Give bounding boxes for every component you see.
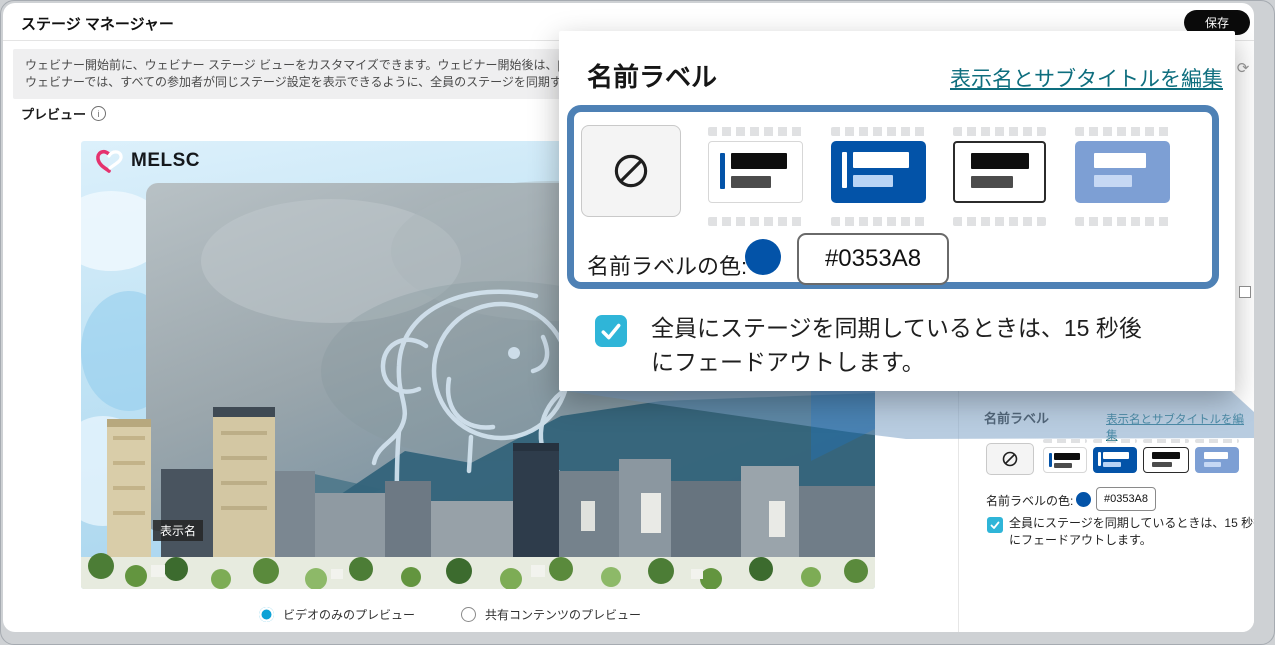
treeline — [81, 553, 875, 589]
no-label-icon — [1002, 451, 1018, 467]
radio-video-only[interactable]: ビデオのみのプレビュー — [259, 606, 415, 623]
popup-fadeout-text-line1: 全員にステージを同期しているときは、15 秒後 — [651, 309, 1142, 343]
panel-fadeout-checkbox[interactable] — [987, 517, 1003, 533]
popup-color-swatch[interactable] — [745, 239, 781, 275]
popup-fadeout-text-line2: にフェードアウトします。 — [651, 343, 925, 377]
popup-edit-display-name-link[interactable]: 表示名とサブタイトルを編集 — [950, 63, 1223, 93]
preview-mode-radios: ビデオのみのプレビュー 共有コンテンツのプレビュー — [259, 606, 641, 623]
panel-color-label: 名前ラベルの色: — [986, 492, 1073, 509]
ghost-row — [953, 217, 1046, 226]
label-style-none-option[interactable] — [986, 443, 1034, 475]
ghost-row — [1075, 217, 1170, 226]
check-icon — [600, 320, 622, 342]
popup-fadeout-checkbox[interactable] — [595, 315, 627, 347]
refresh-icon[interactable]: ⟳ — [1235, 61, 1251, 77]
name-label-zoom-popup: 名前ラベル 表示名とサブタイトルを編集 — [559, 31, 1235, 391]
ghost-row — [708, 217, 803, 226]
label-style-light-accent-option[interactable] — [1043, 447, 1087, 473]
label-style-blue-accent-option[interactable] — [1093, 447, 1137, 473]
radio-shared-content[interactable]: 共有コンテンツのプレビュー — [461, 606, 641, 623]
radio-unselected-icon[interactable] — [461, 607, 476, 622]
ghost-row — [831, 217, 926, 226]
heart-logo-icon — [95, 147, 125, 175]
info-icon[interactable]: i — [91, 106, 106, 121]
app-content: ステージ マネージャー 保存 ウェビナー開始前に、ウェビナー ステージ ビューを… — [3, 3, 1254, 632]
no-label-icon — [613, 153, 649, 189]
label-style-none-option[interactable] — [581, 125, 681, 217]
label-style-blue-accent-option[interactable] — [831, 141, 926, 203]
panel-fadeout-text-line1: 全員にステージを同期しているときは、15 秒後 — [1009, 514, 1254, 531]
panel-name-label-title: 名前ラベル — [984, 408, 1049, 427]
brand-name: MELSC — [131, 150, 200, 172]
ghost-row — [1093, 439, 1137, 443]
ghost-row — [1043, 439, 1087, 443]
ghost-row — [831, 127, 926, 136]
ghost-row — [953, 127, 1046, 136]
label-style-translucent-option[interactable] — [1195, 447, 1239, 473]
label-style-light-accent-option[interactable] — [708, 141, 803, 203]
label-style-light-plain-option[interactable] — [1143, 447, 1189, 473]
panel-fadeout-text-line2: にフェードアウトします。 — [1009, 531, 1152, 548]
ghost-row — [1075, 127, 1170, 136]
radio-selected-icon[interactable] — [259, 607, 274, 622]
ghost-row — [1143, 439, 1189, 443]
preview-heading: プレビュー i — [21, 104, 106, 123]
label-style-translucent-option[interactable] — [1075, 141, 1170, 203]
brand-logo: MELSC — [95, 147, 200, 175]
popup-color-hex-field[interactable]: #0353A8 — [797, 233, 949, 285]
window-frame: ステージ マネージャー 保存 ウェビナー開始前に、ウェビナー ステージ ビューを… — [0, 0, 1275, 645]
popup-name-label-title: 名前ラベル — [587, 57, 717, 94]
highlight-box-handle[interactable] — [1239, 286, 1251, 298]
page-title: ステージ マネージャー — [21, 13, 174, 34]
label-style-light-plain-option[interactable] — [953, 141, 1046, 203]
ghost-row — [1195, 439, 1239, 443]
panel-color-swatch[interactable] — [1076, 492, 1091, 507]
display-name-tag: 表示名 — [153, 520, 203, 541]
panel-color-hex-field[interactable]: #0353A8 — [1096, 487, 1156, 511]
check-icon — [990, 520, 1000, 530]
preview-heading-label: プレビュー — [21, 104, 86, 123]
ghost-row — [708, 127, 803, 136]
popup-color-label: 名前ラベルの色: — [587, 249, 747, 281]
